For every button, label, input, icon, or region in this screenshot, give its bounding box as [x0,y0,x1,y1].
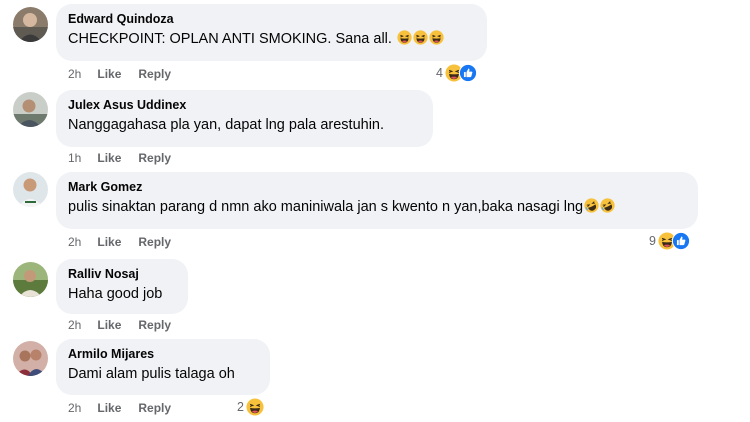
author-name[interactable]: Edward Quindoza [68,11,475,27]
rofl-emoji-icon [600,198,615,213]
rofl-emoji-icon [584,198,599,213]
comment-bubble: Edward Quindoza CHECKPOINT: OPLAN ANTI S… [56,4,487,61]
comment-text: CHECKPOINT: OPLAN ANTI SMOKING. Sana all… [68,29,475,49]
reaction-count: 9 [649,234,656,248]
timestamp[interactable]: 2h [68,401,81,415]
comment-body: Nanggagahasa pla yan, dapat lng pala are… [68,117,385,133]
reply-button[interactable]: Reply [138,235,171,249]
like-button[interactable]: Like [97,318,121,332]
reaction-count: 2 [237,400,244,414]
like-button[interactable]: Like [97,151,121,165]
like-button[interactable]: Like [97,235,121,249]
haha-emoji-icon [429,30,444,45]
comment-body: Dami alam pulis talaga oh [68,366,235,382]
reply-button[interactable]: Reply [138,401,171,415]
avatar[interactable] [13,92,48,127]
avatar[interactable] [13,341,48,376]
author-name[interactable]: Armilo Mijares [68,346,258,362]
avatar[interactable] [13,172,48,207]
timestamp[interactable]: 2h [68,235,81,249]
comment-body: Haha good job [68,286,163,302]
timestamp[interactable]: 2h [68,67,81,81]
comment-bubble: Mark Gomez pulis sinaktan parang d nmn a… [56,172,698,229]
haha-reaction-icon [246,398,264,416]
reaction-summary[interactable]: 9 [649,232,690,250]
timestamp[interactable]: 1h [68,151,81,165]
comment-bubble: Ralliv Nosaj Haha good job [56,259,188,314]
comment-bubble: Julex Asus Uddinex Nanggagahasa pla yan,… [56,90,433,147]
reaction-summary[interactable]: 4 [436,64,477,82]
reply-button[interactable]: Reply [138,151,171,165]
comment-actions: 2h Like Reply [68,401,188,415]
comment-actions: 2h Like Reply [68,318,188,332]
comment-actions: 1h Like Reply [68,151,188,165]
avatar[interactable] [13,262,48,297]
author-name[interactable]: Julex Asus Uddinex [68,97,421,113]
reaction-summary[interactable]: 2 [237,398,264,416]
like-reaction-icon [672,232,690,250]
reply-button[interactable]: Reply [138,67,171,81]
author-name[interactable]: Mark Gomez [68,179,686,195]
avatar[interactable] [13,7,48,42]
haha-emoji-icon [397,30,412,45]
comment-actions: 2h Like Reply [68,235,188,249]
comment-text: pulis sinaktan parang d nmn ako maniniwa… [68,197,686,217]
reply-button[interactable]: Reply [138,318,171,332]
like-button[interactable]: Like [97,401,121,415]
haha-emoji-icon [413,30,428,45]
comment-body: CHECKPOINT: OPLAN ANTI SMOKING. Sana all… [68,31,392,47]
timestamp[interactable]: 2h [68,318,81,332]
author-name[interactable]: Ralliv Nosaj [68,266,176,282]
comment-actions: 2h Like Reply [68,67,188,81]
like-button[interactable]: Like [97,67,121,81]
comment-body: pulis sinaktan parang d nmn ako maniniwa… [68,199,584,215]
reaction-count: 4 [436,66,443,80]
like-reaction-icon [459,64,477,82]
comment-bubble: Armilo Mijares Dami alam pulis talaga oh [56,339,270,395]
